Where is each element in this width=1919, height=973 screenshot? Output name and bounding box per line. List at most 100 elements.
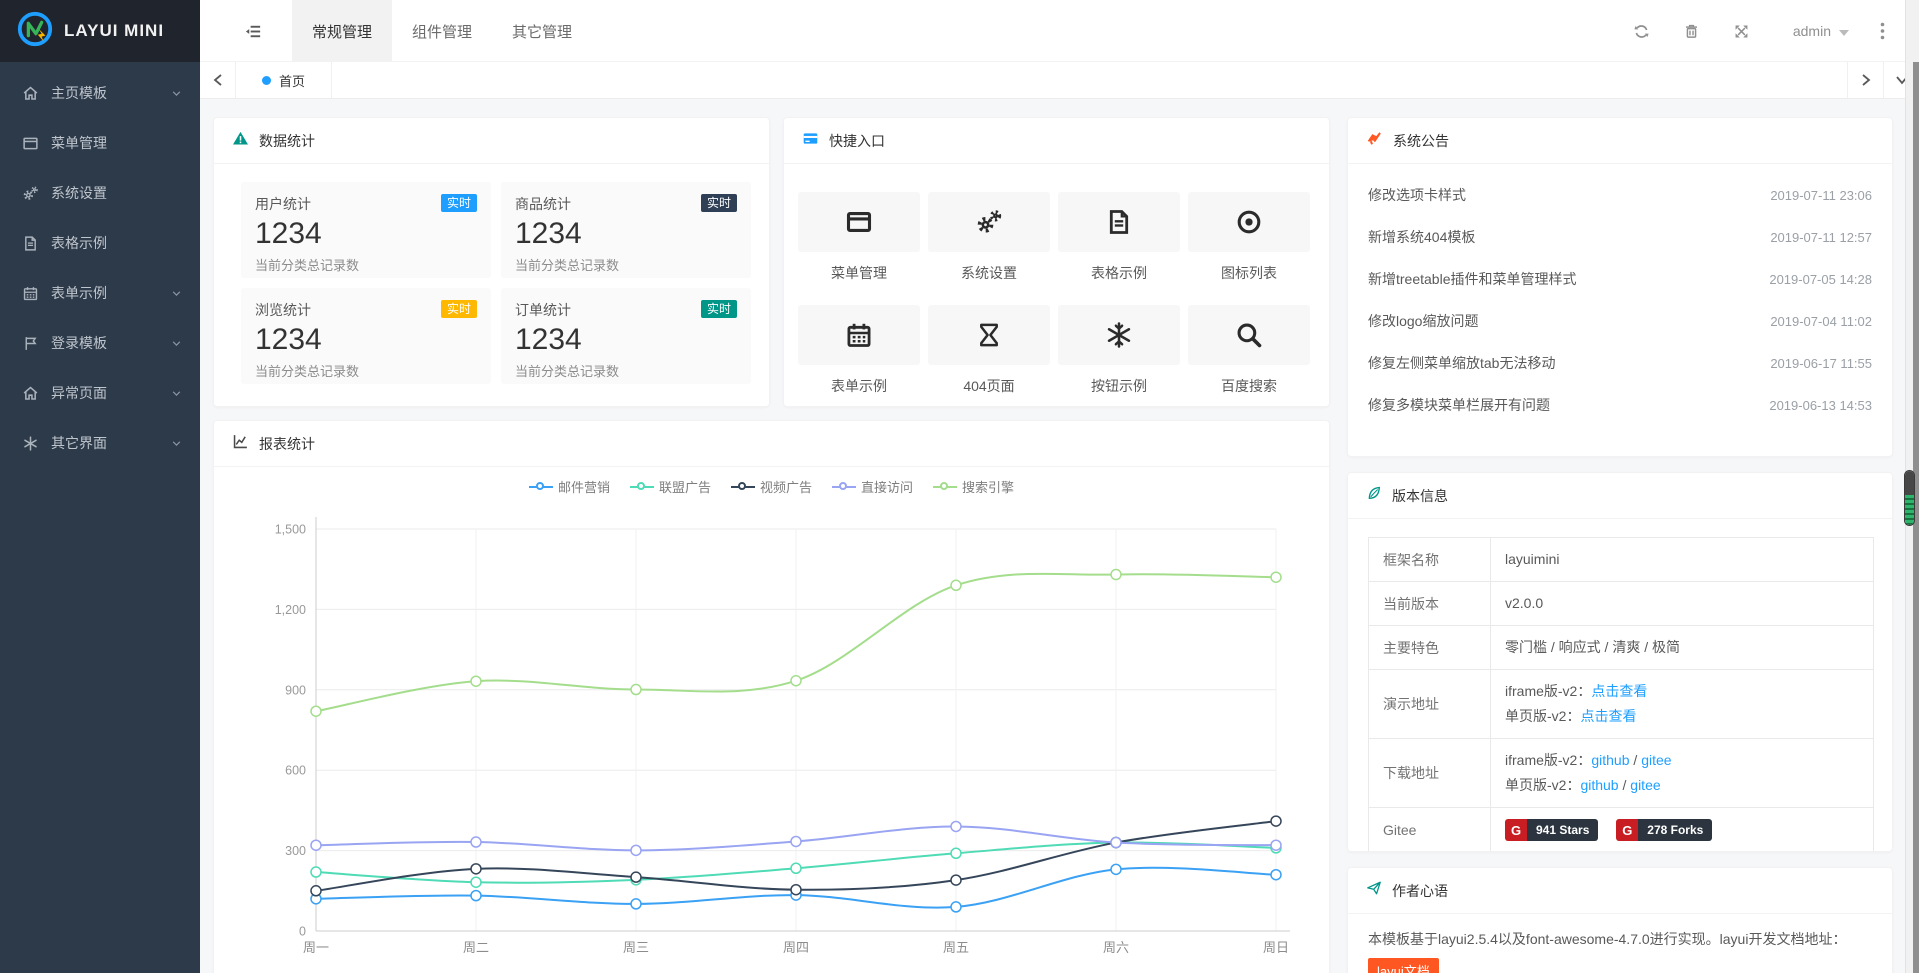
stat-desc: 当前分类总记录数 — [515, 361, 737, 380]
gitee-forks-badge[interactable]: G278 Forks — [1616, 819, 1712, 841]
demo-link-iframe[interactable]: 点击查看 — [1591, 683, 1647, 699]
notice-item[interactable]: 新增系统404模板2019-07-11 12:57 — [1368, 216, 1872, 258]
sidebar-item-menu-management[interactable]: 菜单管理 — [0, 118, 200, 168]
refresh-icon[interactable] — [1617, 0, 1667, 62]
notice-item[interactable]: 修改logo缩放问题2019-07-04 11:02 — [1368, 300, 1872, 342]
legend-item[interactable]: 直接访问 — [832, 477, 913, 496]
layui-logo-icon — [16, 10, 54, 53]
legend-item[interactable]: 视频广告 — [731, 477, 812, 496]
quick-item-baidu-search[interactable]: 百度搜索 — [1188, 305, 1310, 396]
author-body: 本模板基于layui2.5.4以及font-awesome-4.7.0进行实现。… — [1348, 914, 1892, 973]
sidebar-item-other-pages[interactable]: 其它界面 — [0, 418, 200, 468]
caret-down-icon — [1839, 23, 1849, 39]
stat-label: 浏览统计 — [255, 300, 311, 320]
tab-scroll-right-icon[interactable] — [1847, 62, 1883, 98]
more-menu-icon[interactable] — [1867, 0, 1897, 62]
tab-label: 首页 — [279, 71, 305, 90]
notice-text: 修复左侧菜单缩放tab无法移动 — [1368, 353, 1555, 373]
row-label: Gitee — [1369, 808, 1491, 852]
stats-grid: 用户统计实时 1234 当前分类总记录数 商品统计实时 1234 当前分类总记录… — [214, 164, 769, 384]
stat-value: 1234 — [515, 217, 737, 251]
quick-item-icons[interactable]: 图标列表 — [1188, 192, 1310, 283]
fullscreen-icon[interactable] — [1717, 0, 1767, 62]
row-value: G941 Stars G278 Forks — [1491, 808, 1874, 852]
sidebar-item-form-example[interactable]: 表单示例 — [0, 268, 200, 318]
quick-item-label: 系统设置 — [928, 263, 1050, 283]
tabbar-spacer — [332, 62, 1847, 98]
quick-item-label: 按钮示例 — [1058, 376, 1180, 396]
notice-item[interactable]: 新增treetable插件和菜单管理样式2019-07-05 14:28 — [1368, 258, 1872, 300]
collapse-sidebar-icon[interactable] — [228, 0, 278, 62]
stat-value: 1234 — [255, 217, 477, 251]
legend-item[interactable]: 邮件营销 — [529, 477, 610, 496]
layui-doc-badge[interactable]: layui文档 — [1368, 958, 1439, 973]
brand-logo[interactable]: LAYUI MINI — [0, 0, 200, 62]
row-value: v2.0.0 — [1491, 582, 1874, 626]
card-system-notice: 系统公告 修改选项卡样式2019-07-11 23:06 新增系统404模板20… — [1347, 117, 1893, 457]
quick-item-form[interactable]: 表单示例 — [798, 305, 920, 396]
notice-item[interactable]: 修复多模块菜单栏展开有问题2019-06-13 14:53 — [1368, 384, 1872, 426]
author-line1: 本模板基于layui2.5.4以及font-awesome-4.7.0进行实现。… — [1368, 931, 1846, 947]
sidebar-item-system-settings[interactable]: 系统设置 — [0, 168, 200, 218]
legend-item[interactable]: 联盟广告 — [630, 477, 711, 496]
sidebar-item-table-example[interactable]: 表格示例 — [0, 218, 200, 268]
row-value: 零门槛 / 响应式 / 清爽 / 极简 — [1491, 626, 1874, 670]
quick-item-label: 百度搜索 — [1188, 376, 1310, 396]
quick-item-table[interactable]: 表格示例 — [1058, 192, 1180, 283]
nav-tab-other[interactable]: 其它管理 — [492, 0, 592, 62]
gitee-stars-badge[interactable]: G941 Stars — [1505, 819, 1598, 841]
quick-item-buttons[interactable]: 按钮示例 — [1058, 305, 1180, 396]
tab-scroll-left-icon[interactable] — [200, 62, 236, 98]
card-title: 快捷入口 — [829, 131, 885, 151]
download-gitee-link[interactable]: gitee — [1641, 752, 1671, 768]
notice-item[interactable]: 修改选项卡样式2019-07-11 23:06 — [1368, 174, 1872, 216]
quick-item-label: 表格示例 — [1058, 263, 1180, 283]
main-content: 数据统计 用户统计实时 1234 当前分类总记录数 商品统计实时 1234 当前… — [200, 99, 1919, 973]
chart-legend: 邮件营销 联盟广告 视频广告 直接访问 搜索引擎 — [214, 477, 1329, 496]
quick-item-404[interactable]: 404页面 — [928, 305, 1050, 396]
dot-circle-icon — [1188, 192, 1310, 252]
card-title: 报表统计 — [259, 434, 315, 454]
flag-icon — [22, 335, 44, 352]
download-github-link[interactable]: github — [1580, 777, 1618, 793]
card-header: 数据统计 — [214, 118, 769, 164]
stat-label: 用户统计 — [255, 194, 311, 214]
user-dropdown[interactable]: admin — [1767, 23, 1867, 39]
tab-home[interactable]: 首页 — [236, 62, 332, 98]
svg-text:周日: 周日 — [1263, 940, 1289, 955]
gitee-icon: G — [1616, 819, 1638, 841]
legend-item[interactable]: 搜索引擎 — [933, 477, 1014, 496]
sidebar-item-error-pages[interactable]: 异常页面 — [0, 368, 200, 418]
svg-text:周六: 周六 — [1103, 940, 1129, 955]
quick-item-settings[interactable]: 系统设置 — [928, 192, 1050, 283]
notice-text: 修改选项卡样式 — [1368, 185, 1466, 205]
quick-item-label: 菜单管理 — [798, 263, 920, 283]
gitee-icon: G — [1505, 819, 1527, 841]
card-author-words: 作者心语 本模板基于layui2.5.4以及font-awesome-4.7.0… — [1347, 867, 1893, 973]
nav-tab-general[interactable]: 常规管理 — [292, 0, 392, 62]
sidebar-item-home-template[interactable]: 主页模板 — [0, 68, 200, 118]
stat-label: 商品统计 — [515, 194, 571, 214]
nav-tab-components[interactable]: 组件管理 — [392, 0, 492, 62]
svg-text:周二: 周二 — [463, 940, 489, 955]
calendar-icon — [798, 305, 920, 365]
notice-item[interactable]: 修复左侧菜单缩放tab无法移动2019-06-17 11:55 — [1368, 342, 1872, 384]
table-row: 演示地址 iframe版-v2：点击查看 单页版-v2：点击查看 — [1369, 670, 1874, 739]
svg-text:周五: 周五 — [943, 940, 969, 955]
hourglass-icon — [928, 305, 1050, 365]
file-icon — [1058, 192, 1180, 252]
row-label: 主要特色 — [1369, 626, 1491, 670]
sidebar-item-label: 其它界面 — [51, 433, 107, 453]
svg-text:600: 600 — [285, 764, 306, 778]
demo-link-spa[interactable]: 点击查看 — [1580, 708, 1636, 724]
stat-box-products: 商品统计实时 1234 当前分类总记录数 — [501, 182, 751, 278]
clear-cache-icon[interactable] — [1667, 0, 1717, 62]
quick-item-menu[interactable]: 菜单管理 — [798, 192, 920, 283]
scrollbar-thumb[interactable] — [1904, 470, 1915, 526]
table-row: 主要特色零门槛 / 响应式 / 清爽 / 极简 — [1369, 626, 1874, 670]
card-header: 报表统计 — [214, 421, 1329, 467]
sidebar-item-login-template[interactable]: 登录模板 — [0, 318, 200, 368]
download-github-link[interactable]: github — [1591, 752, 1629, 768]
row-label: 演示地址 — [1369, 670, 1491, 739]
download-gitee-link[interactable]: gitee — [1630, 777, 1660, 793]
